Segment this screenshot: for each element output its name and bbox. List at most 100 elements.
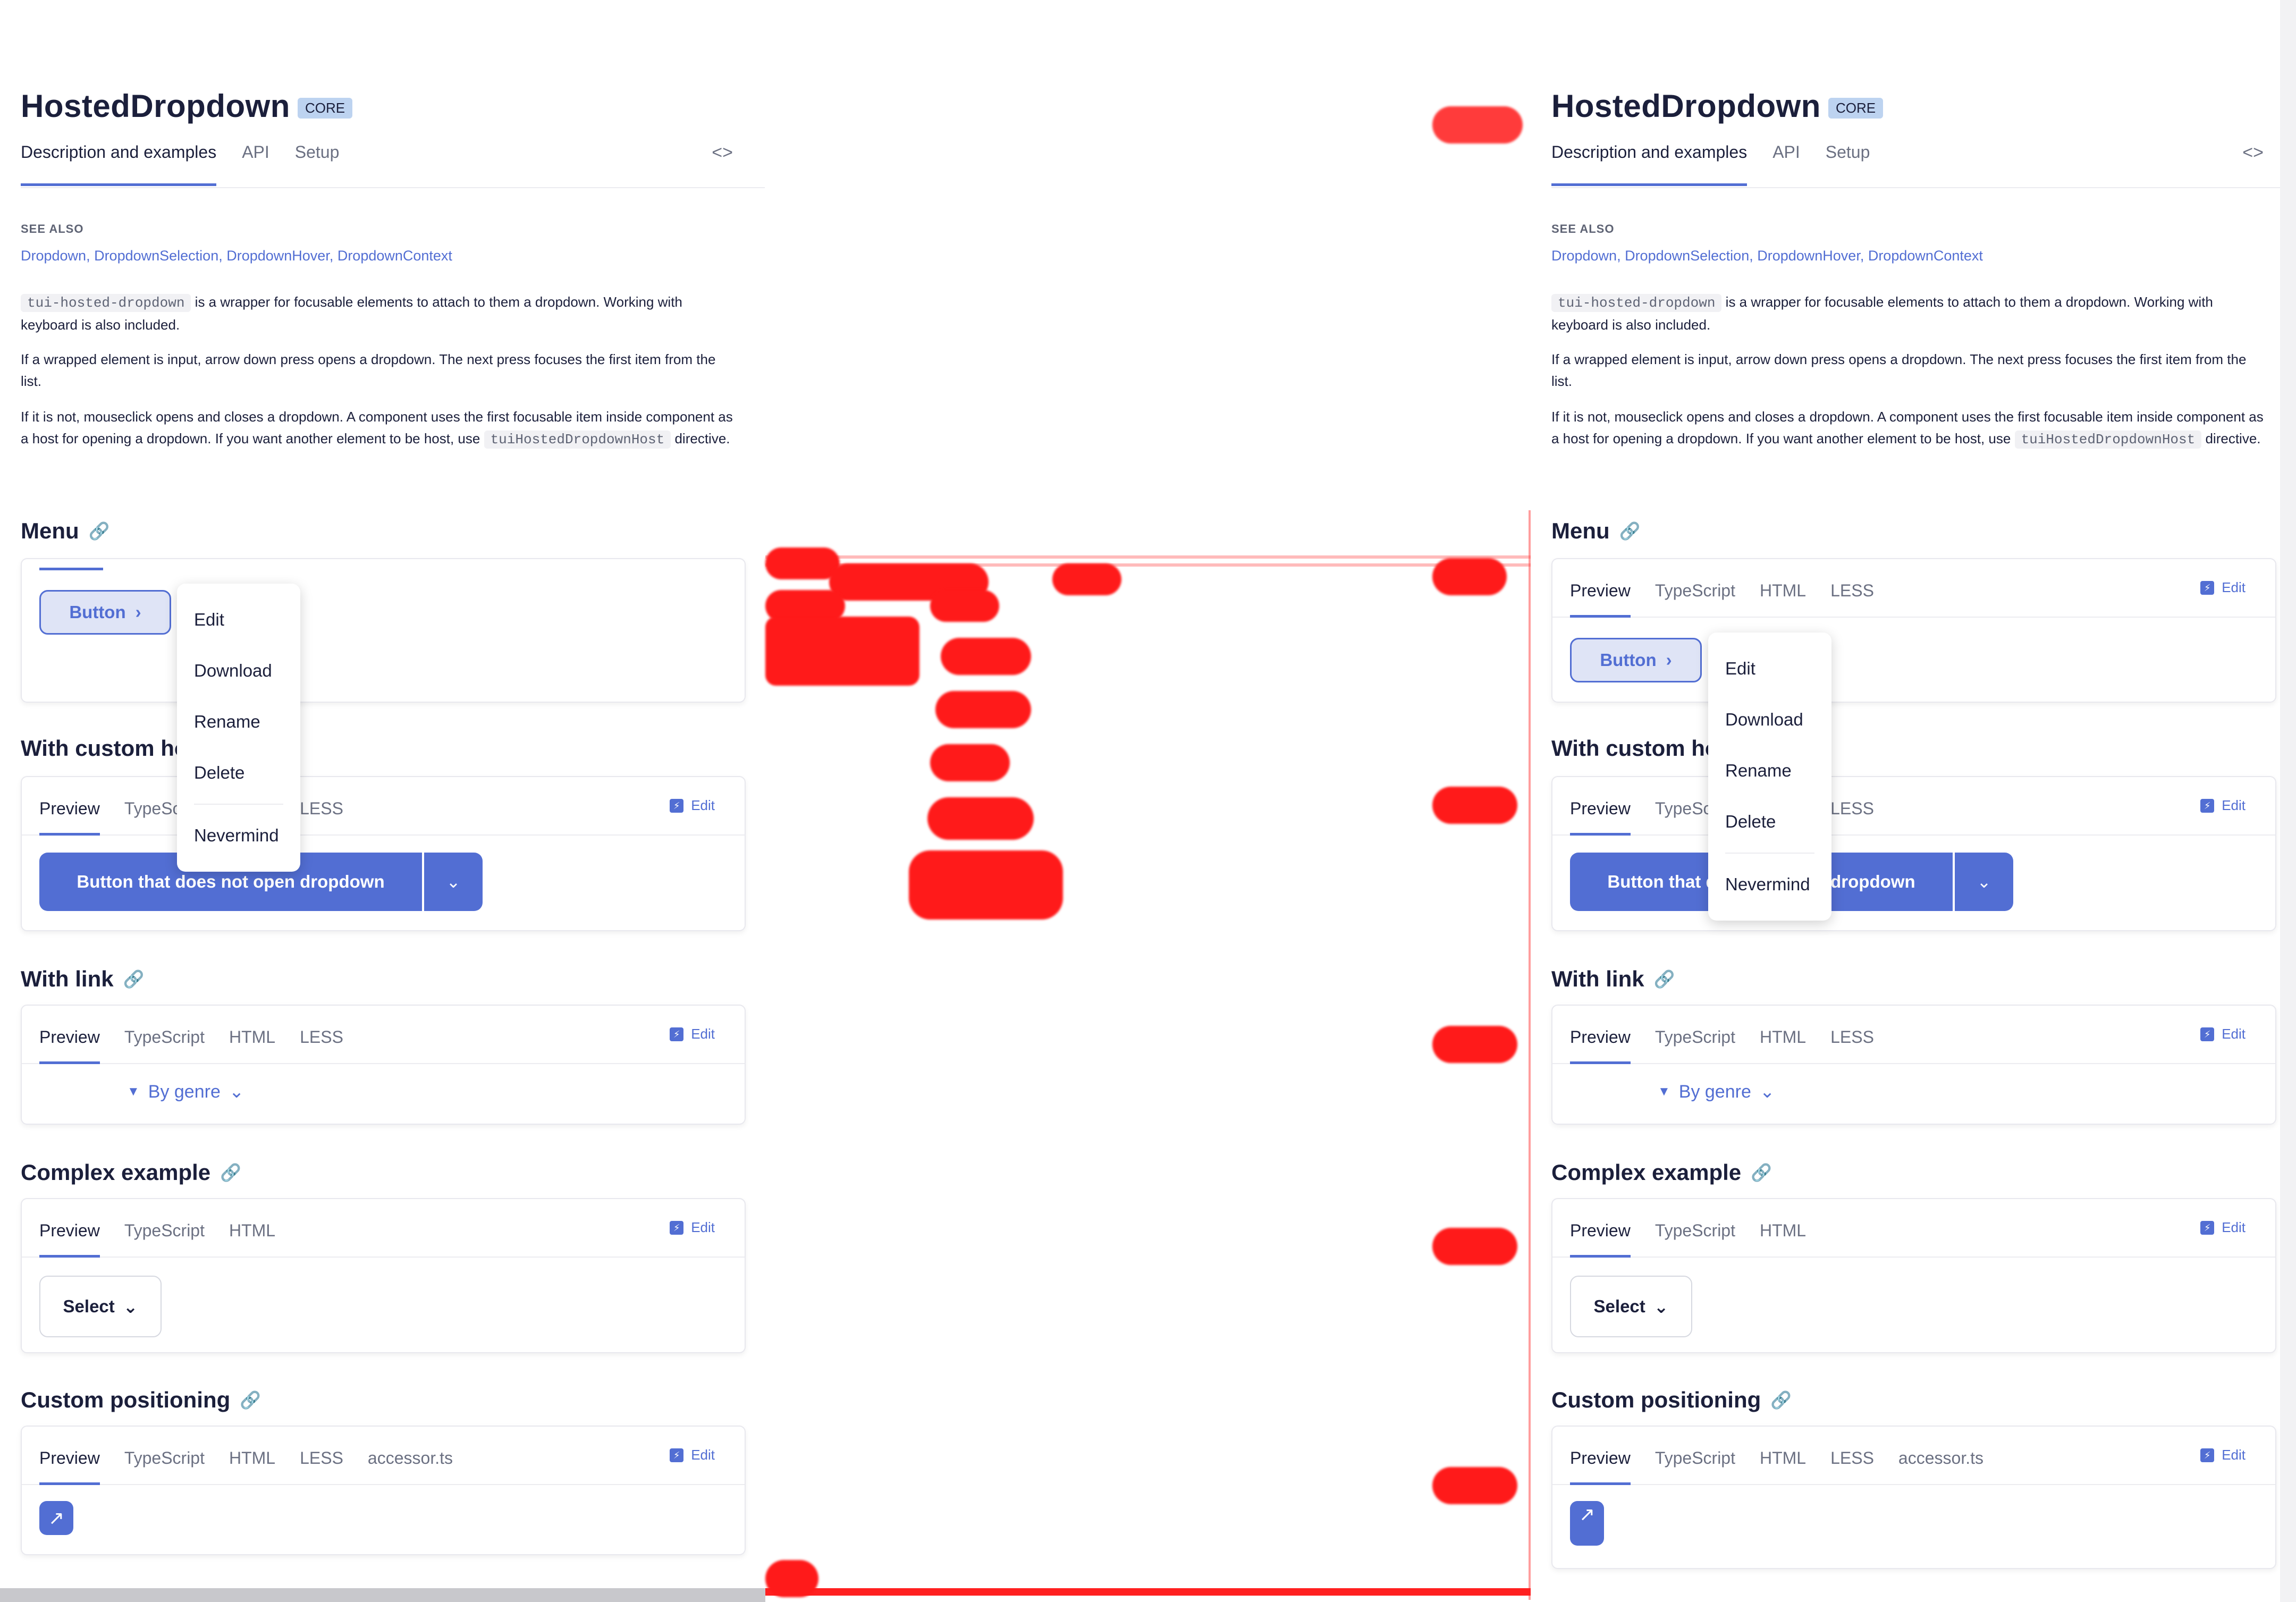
arrow-up-right-icon[interactable]: ↗ <box>39 1501 73 1535</box>
genre-link[interactable]: ▼ By genre ⌄ <box>1658 1081 1775 1102</box>
tab-html[interactable]: HTML <box>1760 1448 1806 1484</box>
link-icon[interactable]: 🔗 <box>1619 521 1641 541</box>
example-card-complex: Preview TypeScript HTML ⚡ Edit Select ⌄ <box>21 1198 746 1353</box>
see-also-links[interactable]: Dropdown, DropdownSelection, DropdownHov… <box>21 248 452 264</box>
tab-html[interactable]: HTML <box>1760 581 1806 617</box>
inline-code: tui-hosted-dropdown <box>21 294 191 312</box>
tab-description[interactable]: Description and examples <box>21 142 217 186</box>
card-tabs: Preview TypeScript HTML LESS accessor.ts… <box>22 1427 745 1485</box>
tab-preview[interactable]: Preview <box>1570 1221 1631 1258</box>
tab-accessor[interactable]: accessor.ts <box>368 1448 453 1484</box>
menu-item-delete[interactable]: Delete <box>1708 796 1831 847</box>
see-also-links[interactable]: Dropdown, DropdownSelection, DropdownHov… <box>1551 248 1983 264</box>
menu-item-nevermind[interactable]: Nevermind <box>1708 859 1831 910</box>
section-title-text: With link <box>1551 966 1644 991</box>
link-icon[interactable]: 🔗 <box>1654 969 1675 989</box>
tab-typescript[interactable]: TypeScript <box>1655 1448 1735 1484</box>
tab-html[interactable]: HTML <box>229 1448 275 1484</box>
tab-less[interactable]: LESS <box>300 799 343 834</box>
edit-label: Edit <box>691 1026 715 1042</box>
tab-preview[interactable]: Preview <box>39 799 100 836</box>
title-row: HostedDropdown CORE <box>21 88 353 124</box>
tab-api[interactable]: API <box>242 142 269 186</box>
section-title-text: Complex example <box>1551 1160 1742 1185</box>
tab-typescript[interactable]: TypeScript <box>124 1027 205 1063</box>
menu-button[interactable]: Button › <box>39 590 171 635</box>
tab-preview[interactable]: Preview <box>1570 1027 1631 1064</box>
tab-less[interactable]: LESS <box>300 1448 343 1484</box>
menu-divider <box>1725 853 1814 854</box>
link-icon[interactable]: 🔗 <box>240 1390 261 1410</box>
vertical-scrollbar[interactable] <box>2280 0 2296 1602</box>
arrow-up-right-icon[interactable]: ↗ <box>1570 1501 1604 1546</box>
menu-item-nevermind[interactable]: Nevermind <box>177 810 300 861</box>
genre-link[interactable]: ▼ By genre ⌄ <box>127 1081 244 1102</box>
tab-html[interactable]: HTML <box>229 1027 275 1063</box>
code-icon[interactable]: <> <box>712 142 733 163</box>
menu-item-download[interactable]: Download <box>177 645 300 696</box>
chevron-down-icon[interactable]: ⌄ <box>1955 853 2013 911</box>
tab-preview[interactable]: Preview <box>1570 799 1631 836</box>
tab-less[interactable]: LESS <box>1830 1027 1874 1063</box>
example-card-custom-host: Preview TypeScript HTML LESS ⚡Edit Butto… <box>1551 776 2276 931</box>
diff-overlay <box>765 0 1531 1602</box>
see-also-title: SEE ALSO <box>21 222 84 235</box>
tab-preview[interactable]: Preview <box>39 1027 100 1064</box>
menu-item-rename[interactable]: Rename <box>1708 745 1831 796</box>
link-icon[interactable]: 🔗 <box>123 969 145 989</box>
tab-less[interactable]: LESS <box>1830 581 1874 617</box>
tab-html[interactable]: HTML <box>229 1221 275 1257</box>
menu-item-edit[interactable]: Edit <box>1708 643 1831 694</box>
chevron-down-icon[interactable]: ⌄ <box>424 853 483 911</box>
tab-preview[interactable]: Preview <box>39 1221 100 1258</box>
tab-accessor[interactable]: accessor.ts <box>1898 1448 1983 1484</box>
tab-html[interactable]: HTML <box>1760 1221 1806 1257</box>
edit-link[interactable]: ⚡ Edit <box>670 797 715 814</box>
diff-blob <box>1432 106 1523 144</box>
tab-typescript[interactable]: TypeScript <box>1655 581 1735 617</box>
paragraph-tail: directive. <box>2201 431 2261 446</box>
tab-preview[interactable]: Preview <box>1570 581 1631 618</box>
edit-link[interactable]: ⚡ Edit <box>2200 1219 2246 1236</box>
tab-typescript[interactable]: TypeScript <box>1655 1221 1735 1257</box>
edit-link[interactable]: ⚡ Edit <box>2200 1447 2246 1463</box>
edit-link[interactable]: ⚡ Edit <box>670 1219 715 1236</box>
link-icon[interactable]: 🔗 <box>89 521 110 541</box>
diff-blob <box>930 744 1010 781</box>
diff-blob <box>765 1560 818 1597</box>
diff-line <box>765 555 1531 559</box>
tab-typescript[interactable]: TypeScript <box>124 1221 205 1257</box>
menu-item-delete[interactable]: Delete <box>177 747 300 798</box>
tab-less[interactable]: LESS <box>300 1027 343 1063</box>
tab-less[interactable]: LESS <box>1830 1448 1874 1484</box>
tab-less[interactable]: LESS <box>1830 799 1874 834</box>
code-icon[interactable]: <> <box>2242 142 2264 163</box>
menu-item-rename[interactable]: Rename <box>177 696 300 747</box>
horizontal-scrollbar[interactable] <box>0 1588 765 1602</box>
link-icon[interactable]: 🔗 <box>1751 1162 1772 1183</box>
edit-link[interactable]: ⚡ Edit <box>2200 579 2246 596</box>
tab-typescript[interactable]: TypeScript <box>1655 1027 1735 1063</box>
tab-html[interactable]: HTML <box>1760 1027 1806 1063</box>
select-button[interactable]: Select ⌄ <box>39 1276 162 1337</box>
tab-typescript[interactable]: TypeScript <box>124 1448 205 1484</box>
link-icon[interactable]: 🔗 <box>1770 1390 1792 1410</box>
menu-item-edit[interactable]: Edit <box>177 594 300 645</box>
tab-api[interactable]: API <box>1772 142 1800 186</box>
diff-blob <box>1432 558 1507 595</box>
edit-link[interactable]: ⚡ Edit <box>2200 797 2246 814</box>
section-title-text: Custom positioning <box>21 1387 231 1412</box>
menu-button[interactable]: Button › <box>1570 638 1702 682</box>
card-tabs: Preview TypeScript HTML LESS ⚡ Edit <box>1552 559 2275 618</box>
link-icon[interactable]: 🔗 <box>220 1162 241 1183</box>
tab-preview[interactable]: Preview <box>39 1448 100 1485</box>
edit-link[interactable]: ⚡ Edit <box>2200 1026 2246 1042</box>
select-button[interactable]: Select ⌄ <box>1570 1276 1692 1337</box>
tab-preview[interactable]: Preview <box>1570 1448 1631 1485</box>
menu-item-download[interactable]: Download <box>1708 694 1831 745</box>
tab-description[interactable]: Description and examples <box>1551 142 1748 186</box>
tab-setup[interactable]: Setup <box>1826 142 1870 186</box>
tab-setup[interactable]: Setup <box>295 142 340 186</box>
edit-link[interactable]: ⚡ Edit <box>670 1447 715 1463</box>
edit-link[interactable]: ⚡ Edit <box>670 1026 715 1042</box>
